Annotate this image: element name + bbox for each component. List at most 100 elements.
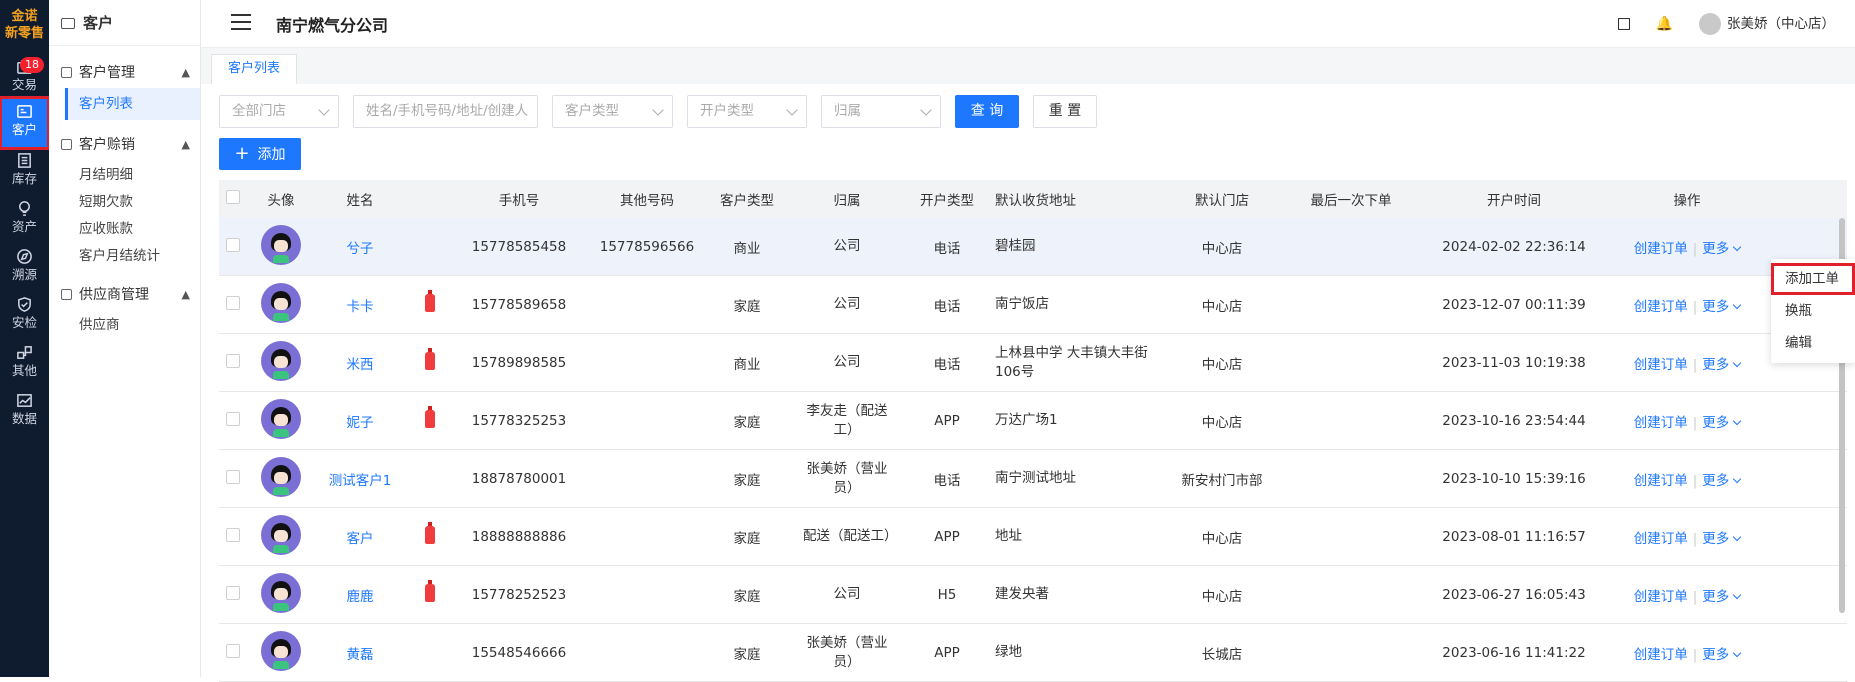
filter-bar: 全部门店 姓名/手机号码/地址/创建人 客户类型 开户类型 归属 查 询 重 置 bbox=[219, 95, 1097, 129]
more-dropdown-trigger[interactable]: 更多 bbox=[1702, 531, 1742, 547]
divider: | bbox=[1692, 472, 1698, 489]
phone-cell: 15778585458 bbox=[471, 238, 567, 255]
tab-customer-list[interactable]: 客户列表 bbox=[211, 54, 298, 84]
create-order-link[interactable]: 创建订单 bbox=[1634, 647, 1688, 663]
table-row[interactable]: 妮子 15778325253 家庭 李友走（配送工） APP 万达广场1 中心店 2023-1… bbox=[219, 392, 1847, 450]
store-cell: 中心店 bbox=[1201, 530, 1243, 547]
row-checkbox[interactable] bbox=[226, 585, 240, 600]
sidebar-item-monthly-stats[interactable]: 客户月结统计 bbox=[49, 243, 200, 270]
row-checkbox[interactable] bbox=[226, 295, 240, 310]
table-row[interactable]: 兮子 15778585458 15778596566 商业 公司 电话 碧桂园 中心店 2024… bbox=[219, 218, 1847, 276]
row-checkbox[interactable] bbox=[226, 527, 240, 542]
create-order-link[interactable]: 创建订单 bbox=[1634, 473, 1688, 489]
group-customer-management[interactable]: 客户管理 ▲ bbox=[49, 58, 200, 88]
menu-item-swap-bottle[interactable]: 换瓶 bbox=[1771, 295, 1855, 327]
divider: | bbox=[1692, 240, 1698, 257]
address-cell: 万达广场1 bbox=[995, 412, 1058, 428]
more-dropdown-trigger[interactable]: 更多 bbox=[1702, 299, 1742, 315]
divider: | bbox=[1692, 414, 1698, 431]
actions-cell: 创建订单 | 更多 bbox=[1607, 469, 1767, 489]
customer-type-select[interactable]: 客户类型 bbox=[552, 95, 673, 128]
store-select[interactable]: 全部门店 bbox=[219, 95, 339, 128]
divider: | bbox=[1692, 356, 1698, 373]
rail-item-customer[interactable]: 客户 bbox=[0, 96, 50, 150]
bell-icon[interactable]: 🔔 bbox=[1656, 16, 1673, 32]
create-order-link[interactable]: 创建订单 bbox=[1634, 357, 1688, 373]
qrcode-icon[interactable] bbox=[1617, 17, 1630, 30]
create-order-link[interactable]: 创建订单 bbox=[1634, 531, 1688, 547]
rail-item-asset[interactable]: 资产 bbox=[0, 194, 49, 246]
table-row[interactable]: 客户 18888888886 家庭 配送（配送工） APP 地址 中心店 2023-08-01… bbox=[219, 508, 1847, 566]
customer-name-link[interactable]: 黄磊 bbox=[315, 643, 405, 663]
customer-type-cell: 家庭 bbox=[733, 588, 761, 605]
more-dropdown-trigger[interactable]: 更多 bbox=[1702, 356, 1742, 373]
table-row[interactable]: 鹿鹿 15778252523 家庭 公司 H5 建发央著 中心店 2023-06-27 16:… bbox=[219, 566, 1847, 624]
more-dropdown-trigger[interactable]: 更多 bbox=[1702, 647, 1742, 663]
belong-select[interactable]: 归属 bbox=[821, 95, 941, 128]
divider: | bbox=[1692, 588, 1698, 605]
customer-name-link[interactable]: 测试客户1 bbox=[315, 469, 405, 489]
avatar bbox=[261, 630, 301, 671]
rail-item-safety[interactable]: 安检 bbox=[0, 290, 49, 342]
customer-name-link[interactable]: 鹿鹿 bbox=[315, 585, 405, 605]
add-customer-button[interactable]: + 添加 bbox=[219, 138, 301, 170]
sidebar-item-supplier[interactable]: 供应商 bbox=[49, 310, 200, 340]
actions-cell: 创建订单 | 更多 bbox=[1607, 353, 1767, 373]
open-time-cell: 2023-10-16 23:54:44 bbox=[1442, 412, 1586, 429]
sidebar-item-customer-list[interactable]: 客户列表 bbox=[65, 88, 200, 120]
row-checkbox[interactable] bbox=[226, 237, 240, 252]
rail-item-data[interactable]: 数据 bbox=[0, 386, 49, 438]
more-label: 更多 bbox=[1702, 356, 1730, 373]
group-supplier-management[interactable]: 供应商管理 ▲ bbox=[49, 280, 200, 310]
create-order-link[interactable]: 创建订单 bbox=[1634, 241, 1688, 257]
customer-name-link[interactable]: 米西 bbox=[315, 353, 405, 373]
more-dropdown-trigger[interactable]: 更多 bbox=[1702, 589, 1742, 605]
row-checkbox[interactable] bbox=[226, 353, 240, 368]
rail-item-inventory[interactable]: 库存 bbox=[0, 146, 49, 198]
notification-badge: 18 bbox=[20, 57, 44, 73]
row-checkbox[interactable] bbox=[226, 469, 240, 484]
rail-item-trace[interactable]: 溯源 bbox=[0, 242, 49, 294]
table-row[interactable]: 米西 15789898585 商业 公司 电话 上林县中学 大丰镇大丰街106号 中心店 20… bbox=[219, 334, 1847, 392]
sidebar-item-receivables[interactable]: 应收账款 bbox=[49, 216, 200, 243]
menu-toggle-icon[interactable] bbox=[231, 14, 251, 32]
table-row[interactable]: 卡卡 15778589658 家庭 公司 电话 南宁饭店 中心店 2023-12-07 00:… bbox=[219, 276, 1847, 334]
more-dropdown-trigger[interactable]: 更多 bbox=[1702, 241, 1742, 257]
table-row[interactable]: 黄磊 15548546666 家庭 张美娇（营业员） APP 绿地 长城店 2023-06-1… bbox=[219, 624, 1847, 682]
open-time-cell: 2023-06-16 11:41:22 bbox=[1442, 644, 1586, 661]
row-check-cell bbox=[219, 585, 247, 604]
phone-cell: 18888888886 bbox=[471, 528, 567, 545]
menu-item-edit[interactable]: 编辑 bbox=[1771, 327, 1855, 359]
phone-cell: 15778252523 bbox=[471, 586, 567, 603]
select-all-checkbox[interactable] bbox=[226, 190, 240, 204]
reset-button[interactable]: 重 置 bbox=[1033, 95, 1097, 128]
rail-item-other[interactable]: 其他 bbox=[0, 338, 49, 390]
customer-name-link[interactable]: 客户 bbox=[315, 527, 405, 547]
create-order-link[interactable]: 创建订单 bbox=[1634, 299, 1688, 315]
user-menu[interactable]: 张美娇（中心店） bbox=[1699, 12, 1835, 35]
customer-icon bbox=[0, 97, 49, 119]
more-dropdown-trigger[interactable]: 更多 bbox=[1702, 414, 1742, 431]
menu-item-add-workorder[interactable]: 添加工单 bbox=[1771, 263, 1855, 295]
account-type-cell: APP bbox=[934, 412, 960, 429]
sidebar-item-short-debt[interactable]: 短期欠款 bbox=[49, 189, 200, 216]
group-customer-credit[interactable]: 客户赊销 ▲ bbox=[49, 130, 200, 160]
customer-name-link[interactable]: 妮子 bbox=[315, 411, 405, 431]
tab-strip: 客户列表 bbox=[201, 48, 1855, 84]
more-dropdown-trigger[interactable]: 更多 bbox=[1702, 473, 1742, 489]
customer-name-link[interactable]: 兮子 bbox=[315, 237, 405, 257]
sidebar-item-monthly-detail[interactable]: 月结明细 bbox=[49, 162, 200, 189]
gas-cell bbox=[405, 289, 455, 316]
create-order-link[interactable]: 创建订单 bbox=[1634, 415, 1688, 431]
more-label: 更多 bbox=[1702, 414, 1730, 431]
query-button[interactable]: 查 询 bbox=[955, 95, 1019, 128]
row-checkbox[interactable] bbox=[226, 643, 240, 658]
customer-name-link[interactable]: 卡卡 bbox=[315, 295, 405, 315]
account-type-select[interactable]: 开户类型 bbox=[687, 95, 807, 128]
table-row[interactable]: 测试客户1 18878780001 家庭 张美娇（营业员） 电话 南宁测试地址 新安村门市部… bbox=[219, 450, 1847, 508]
create-order-link[interactable]: 创建订单 bbox=[1634, 589, 1688, 605]
header-account-type: 开户类型 bbox=[920, 193, 974, 209]
search-input[interactable]: 姓名/手机号码/地址/创建人 bbox=[353, 95, 538, 128]
header-address: 默认收货地址 bbox=[995, 193, 1076, 209]
row-checkbox[interactable] bbox=[226, 411, 240, 426]
